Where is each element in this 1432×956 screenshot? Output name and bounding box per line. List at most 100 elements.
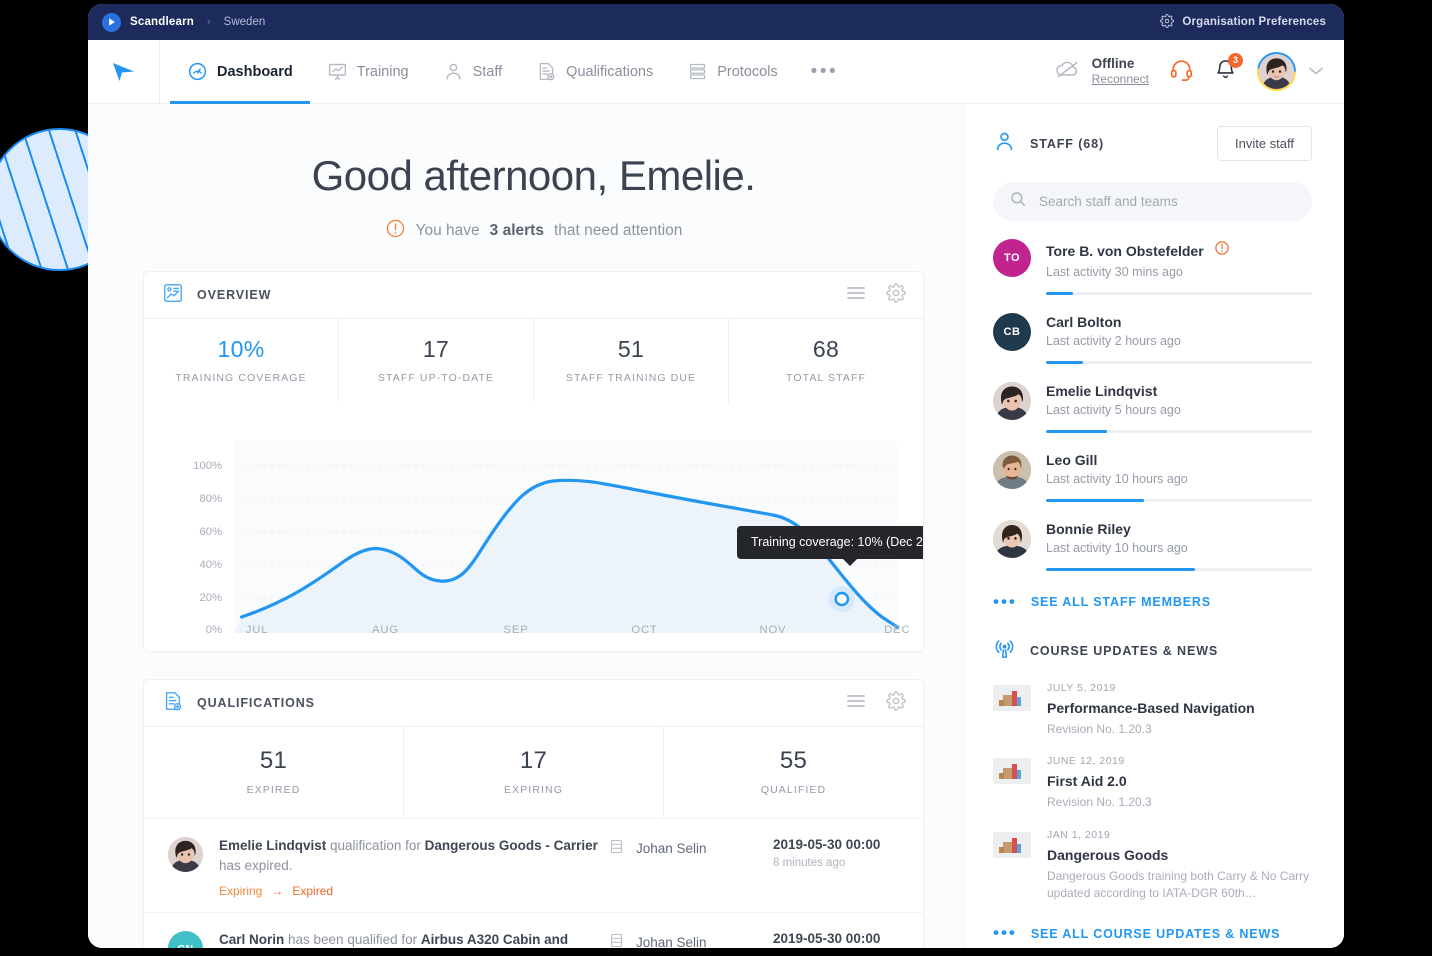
progress-bar <box>1046 430 1312 433</box>
organisation-preferences-label: Organisation Preferences <box>1182 16 1326 28</box>
x-tick-jul: JUL <box>246 624 269 636</box>
see-all-news-label: SEE ALL COURSE UPDATES & NEWS <box>1030 926 1281 941</box>
breadcrumb-bar: Scandlearn › Sweden Organisation Prefere… <box>88 4 1344 40</box>
assigned-by-name: Johan Selin <box>636 840 707 856</box>
news-title: Dangerous Goods <box>1047 846 1169 863</box>
search-input[interactable] <box>1039 194 1296 209</box>
headset-icon[interactable] <box>1169 57 1194 87</box>
list-item[interactable]: JAN 1, 2019 Dangerous Goods Dangerous Go… <box>993 829 1312 903</box>
alert-circle-icon <box>1214 240 1230 261</box>
news-subtitle: Revision No. 1.20.3 <box>1047 722 1152 736</box>
chevron-down-icon[interactable] <box>1308 63 1324 80</box>
stat-qualified: 55 QUALIFIED <box>664 727 923 818</box>
document-badge-icon <box>536 61 557 82</box>
staff-name: Tore B. von Obstefelder <box>1046 242 1204 259</box>
reconnect-link[interactable]: Reconnect <box>1092 72 1149 87</box>
status-to: Expired <box>292 884 334 899</box>
app-logo[interactable] <box>110 40 160 103</box>
list-item[interactable]: Emelie Lindqvist Last activity 5 hours a… <box>993 382 1312 433</box>
staff-panel-title: STAFF (68) <box>1030 136 1105 151</box>
table-row[interactable]: CN Carl Norin has been qualified for Air… <box>144 912 923 948</box>
connection-status[interactable]: Offline Reconnect <box>1055 56 1149 88</box>
row-relative-time: 8 minutes ago <box>773 857 846 869</box>
avatar <box>168 837 203 872</box>
staff-panel-header: STAFF (68) Invite staff <box>993 126 1312 161</box>
news-date: JAN 1, 2019 <box>1047 828 1111 841</box>
y-tick-40: 40% <box>199 559 222 571</box>
breadcrumb-region[interactable]: Sweden <box>224 16 266 28</box>
x-tick-aug: AUG <box>372 624 399 636</box>
assigned-by-name: Johan Selin <box>636 934 707 948</box>
row-subject: Carl Norin <box>219 932 285 948</box>
stat-label: STAFF UP-TO-DATE <box>377 372 495 384</box>
list-item[interactable]: JUNE 12, 2019 First Aid 2.0 Revision No.… <box>993 755 1312 811</box>
nav-label-protocols: Protocols <box>717 63 778 80</box>
y-tick-0: 0% <box>206 624 222 636</box>
brand-name[interactable]: Scandlearn <box>130 16 194 28</box>
nav-item-staff[interactable]: Staff <box>426 40 520 103</box>
course-thumbnail <box>993 758 1031 785</box>
nav-label-staff: Staff <box>472 63 503 80</box>
alerts-summary[interactable]: You have 3 alerts that need attention <box>143 218 924 244</box>
news-panel-title: COURSE UPDATES & NEWS <box>1030 644 1219 658</box>
status-from: Expiring <box>219 884 263 899</box>
nav-item-training[interactable]: Training <box>310 40 426 103</box>
list-menu-icon[interactable] <box>846 286 866 305</box>
news-title: Performance-Based Navigation <box>1047 700 1255 716</box>
speedometer-icon <box>187 61 208 82</box>
list-item[interactable]: JULY 5, 2019 Performance-Based Navigatio… <box>993 682 1312 738</box>
nav-overflow-button[interactable]: ••• <box>795 40 854 103</box>
alerts-count: 3 alerts <box>489 222 544 239</box>
page-title: Good afternoon, Emelie. <box>311 152 756 199</box>
x-tick-oct: OCT <box>631 624 657 636</box>
stat-label: QUALIFIED <box>760 784 827 796</box>
stat-staff-up-to-date: 17 STAFF UP-TO-DATE <box>339 319 534 403</box>
invite-staff-button[interactable]: Invite staff <box>1216 126 1312 161</box>
training-coverage-chart[interactable]: 100% 80% 60% 40% 20% 0% JUL AUG SEP OCT … <box>144 403 923 651</box>
staff-last-activity: Last activity 10 hours ago <box>1046 541 1188 555</box>
list-item[interactable]: Leo Gill Last activity 10 hours ago <box>993 451 1312 502</box>
nav-item-qualifications[interactable]: Qualifications <box>519 40 670 103</box>
staff-search[interactable] <box>993 182 1312 221</box>
list-item[interactable]: CB Carl Bolton Last activity 2 hours ago <box>993 313 1312 364</box>
nav-item-protocols[interactable]: Protocols <box>670 40 794 103</box>
x-tick-dec: DEC <box>884 624 910 636</box>
user-avatar[interactable] <box>1257 52 1296 91</box>
overview-card-header: OVERVIEW <box>144 272 923 319</box>
avatar <box>993 451 1031 489</box>
nav-item-dashboard[interactable]: Dashboard <box>170 40 310 104</box>
list-menu-icon[interactable] <box>846 694 866 713</box>
stat-value: 17 <box>519 747 548 774</box>
y-tick-80: 80% <box>199 493 222 505</box>
row-assigned-by: Johan Selin <box>608 930 773 948</box>
list-item[interactable]: TO Tore B. von Obstefelder Last activity… <box>993 239 1312 295</box>
nav-items: Dashboard Training Staff Qualifications … <box>170 40 854 104</box>
right-sidebar: STAFF (68) Invite staff TO <box>964 104 1344 948</box>
course-thumbnail <box>993 831 1031 858</box>
see-all-staff-link[interactable]: ••• SEE ALL STAFF MEMBERS <box>993 593 1312 609</box>
dots-icon: ••• <box>993 923 1017 943</box>
stat-value: 55 <box>779 747 808 774</box>
x-tick-sep: SEP <box>503 624 528 636</box>
app-window: Scandlearn › Sweden Organisation Prefere… <box>88 4 1344 948</box>
row-text-tail: has expired. <box>219 857 293 873</box>
gear-icon[interactable] <box>886 282 906 308</box>
list-item[interactable]: Bonnie Riley Last activity 10 hours ago <box>993 520 1312 571</box>
nav-label-training: Training <box>356 63 409 80</box>
staff-last-activity: Last activity 5 hours ago <box>1046 403 1181 417</box>
staff-last-activity: Last activity 2 hours ago <box>1046 334 1181 348</box>
staff-name: Leo Gill <box>1046 452 1098 468</box>
connection-status-label: Offline <box>1091 55 1135 71</box>
stat-label: EXPIRING <box>504 784 563 796</box>
overview-stats: 10% TRAINING COVERAGE 17 STAFF UP-TO-DAT… <box>144 319 923 403</box>
main-navigation: Dashboard Training Staff Qualifications … <box>88 40 1344 104</box>
gear-icon[interactable] <box>886 690 906 716</box>
stacked-layers-icon <box>687 61 708 82</box>
organisation-preferences-button[interactable]: Organisation Preferences <box>1160 13 1326 31</box>
see-all-news-link[interactable]: ••• SEE ALL COURSE UPDATES & NEWS <box>993 923 1312 943</box>
progress-bar <box>1046 292 1312 295</box>
notifications-button[interactable]: 3 <box>1214 52 1243 86</box>
row-description: Carl Norin has been qualified for Airbus… <box>219 930 608 948</box>
nav-label-dashboard: Dashboard <box>217 63 293 80</box>
table-row[interactable]: Emelie Lindqvist qualification for Dange… <box>144 818 923 912</box>
